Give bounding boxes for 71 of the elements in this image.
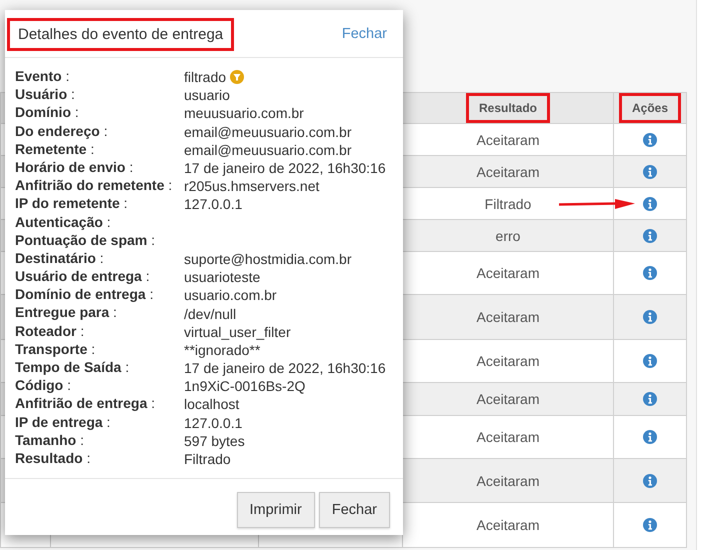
result-text: Aceitaram — [476, 429, 540, 445]
field-label: Usuário de entrega : — [15, 268, 151, 286]
close-link[interactable]: Fechar — [342, 26, 387, 42]
result-text: Aceitaram — [476, 164, 540, 180]
info-icon[interactable] — [643, 164, 657, 178]
field-label: Remetente : — [15, 140, 96, 159]
info-icon[interactable] — [643, 518, 657, 532]
field-value: usuario — [184, 87, 230, 104]
info-icon[interactable] — [643, 354, 657, 368]
result-text: erro — [496, 228, 520, 244]
info-icon[interactable] — [643, 196, 657, 210]
field-label: Domínio de entrega : — [15, 286, 154, 304]
dialog-title: Detalhes do evento de entrega — [7, 18, 234, 50]
field-label: Destinatário : — [15, 250, 105, 268]
field-value: 597 bytes — [184, 432, 245, 449]
field-label: Anfitrião do remetente : — [15, 177, 174, 196]
info-icon[interactable] — [643, 392, 657, 406]
filter-icon — [230, 70, 244, 84]
field-label: Entregue para : — [15, 304, 118, 322]
field-value: email@meuusuario.com.br — [184, 142, 352, 158]
result-text: Filtrado — [484, 196, 532, 212]
result-text: Aceitaram — [476, 353, 540, 369]
field-value: filtrado — [184, 69, 226, 86]
field-label: Domínio : — [15, 104, 80, 122]
field-label: IP de entrega : — [15, 414, 112, 432]
field-value: 17 de janeiro de 2022, 16h30:16 — [184, 160, 386, 176]
field-label: Resultado : — [15, 450, 92, 468]
field-label: Autenticação : — [15, 214, 112, 232]
field-value: email@meuusuario.com.br — [184, 124, 352, 140]
field-value: Filtrado — [184, 451, 231, 468]
result-text: Aceitaram — [476, 132, 540, 148]
field-value: 127.0.0.1 — [184, 414, 242, 431]
info-icon[interactable] — [643, 132, 657, 146]
field-value: 127.0.0.1 — [184, 196, 242, 212]
field-label: Roteador : — [15, 322, 86, 341]
dialog-button[interactable]: Fechar — [318, 492, 390, 528]
dialog-button[interactable]: Imprimir — [236, 492, 315, 528]
field-label: Código : — [15, 377, 72, 396]
result-text: Aceitaram — [476, 309, 540, 325]
column-header: Resultado — [466, 93, 550, 123]
field-label: Usuário : — [15, 86, 76, 104]
field-value: 17 de janeiro de 2022, 16h30:16 — [184, 360, 386, 376]
field-value: /dev/null — [184, 306, 236, 322]
info-icon[interactable] — [643, 266, 657, 280]
field-label: Horário de envio : — [15, 158, 134, 177]
field-value: meuusuario.com.br — [184, 105, 304, 122]
result-text: Aceitaram — [476, 265, 540, 281]
result-text: Aceitaram — [476, 391, 540, 407]
field-label: Tamanho : — [15, 432, 85, 450]
info-icon[interactable] — [643, 430, 657, 444]
field-label: Evento : — [15, 68, 70, 86]
field-value: **ignorado** — [184, 342, 260, 358]
field-value: 1n9XiC-0016Bs-2Q — [184, 378, 306, 394]
info-icon[interactable] — [643, 474, 657, 488]
field-value: r205us.hmservers.net — [184, 178, 320, 194]
field-label: Transporte : — [15, 340, 96, 359]
result-text: Aceitaram — [476, 517, 540, 533]
field-label: Pontuação de spam : — [15, 232, 156, 250]
info-icon[interactable] — [643, 228, 657, 242]
field-value: usuarioteste — [184, 269, 260, 286]
field-label: Anfitrião de entrega : — [15, 395, 156, 414]
field-label: Do endereço : — [15, 122, 109, 141]
field-value: virtual_user_filter — [184, 324, 291, 340]
column-header: Ações — [618, 93, 682, 123]
field-label: IP do remetente : — [15, 195, 129, 214]
result-text: Aceitaram — [476, 472, 540, 488]
info-icon[interactable] — [643, 310, 657, 324]
field-label: Tempo de Saída : — [15, 359, 130, 377]
field-value: suporte@hostmidia.com.br — [184, 250, 352, 267]
field-value: localhost — [184, 396, 240, 412]
field-value: usuario.com.br — [184, 287, 277, 304]
